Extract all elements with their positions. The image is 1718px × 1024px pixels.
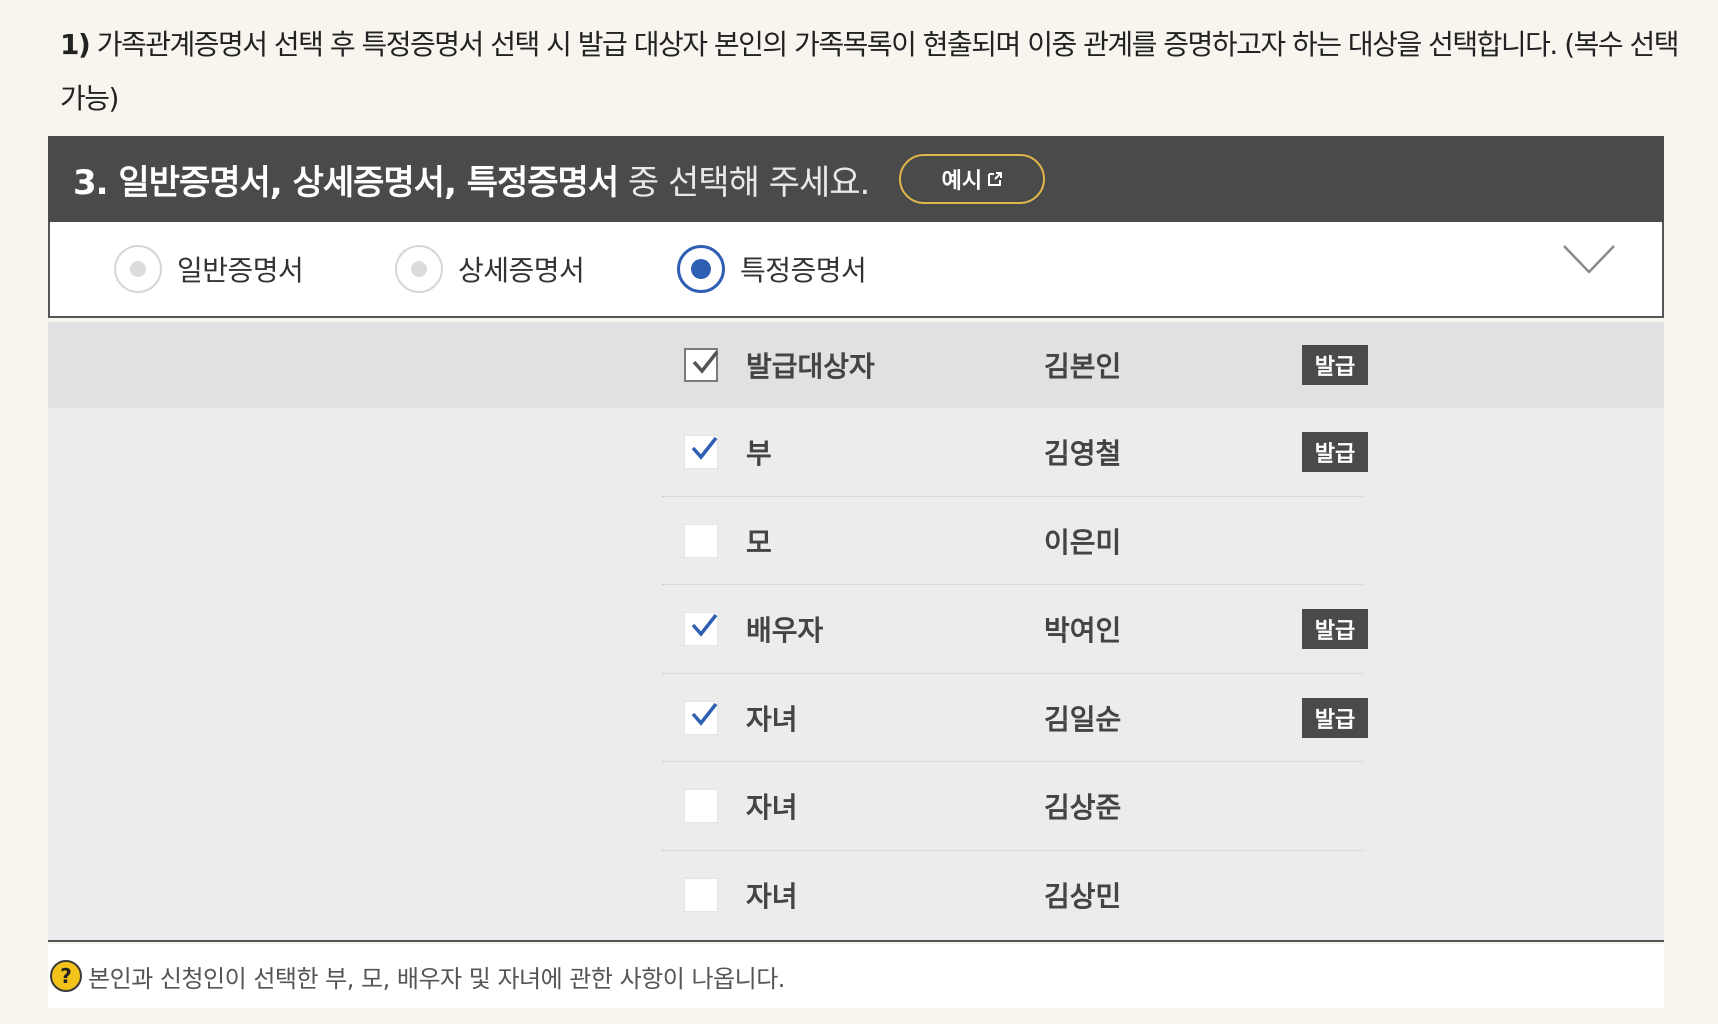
family-relation: 자녀: [746, 879, 798, 913]
family-member-name: 김본인: [1044, 350, 1122, 383]
family-relation: 자녀: [746, 791, 798, 825]
example-button[interactable]: 예시: [899, 154, 1046, 204]
radio-circle: [677, 245, 725, 293]
checkbox-checked[interactable]: [684, 612, 718, 647]
family-row: 자녀 김상준: [662, 762, 1364, 851]
checkmark-icon: [691, 702, 718, 726]
checkbox-unchecked[interactable]: [684, 523, 718, 558]
checkbox-unchecked[interactable]: [684, 789, 718, 824]
family-relation: 모: [746, 525, 772, 559]
checkbox-checked: [684, 348, 719, 382]
radio-label: 상세증명서: [458, 254, 585, 287]
issue-badge: 발급: [1302, 609, 1368, 650]
family-relation: 부: [746, 437, 772, 471]
radio-detailed-certificate[interactable]: 상세증명서: [395, 245, 585, 293]
issue-badge: 발급: [1302, 345, 1368, 385]
help-question-icon: ?: [50, 960, 82, 992]
family-member-name: 이은미: [1044, 525, 1122, 559]
list-bottom-divider: [48, 940, 1664, 942]
certificate-type-options: 일반증명서 상세증명서 특정증명서: [48, 222, 1664, 318]
family-row: 모 이은미: [662, 497, 1364, 586]
family-member-name: 김일순: [1044, 702, 1122, 736]
radio-label: 일반증명서: [177, 254, 304, 287]
external-link-icon: [988, 172, 1003, 186]
family-member-name: 김영철: [1044, 437, 1122, 471]
checkbox-unchecked[interactable]: [684, 877, 718, 912]
family-row: 자녀 김상민: [662, 851, 1364, 940]
family-row: 발급대상자 김본인 발급: [662, 322, 1368, 408]
chevron-down-icon[interactable]: [1561, 240, 1617, 280]
family-list-area: 발급대상자 김본인 발급 부 김영철 발급 모 이은미 배우자 박여인 발급 자녀 김일순 발급 자녀 김상준…: [48, 322, 1664, 942]
checkbox-checked[interactable]: [684, 700, 718, 735]
radio-specific-certificate[interactable]: 특정증명서: [677, 245, 867, 293]
checkmark-icon: [691, 437, 718, 460]
radio-circle: [114, 245, 162, 293]
step-number: 1): [60, 28, 91, 61]
radio-circle: [395, 245, 443, 293]
certificate-type-panel: 3. 일반증명서, 상세증명서, 특정증명서 중 선택해 주세요. 예시 일반증…: [48, 136, 1664, 1008]
family-relation: 배우자: [746, 614, 824, 648]
radio-general-certificate[interactable]: 일반증명서: [114, 245, 304, 293]
help-note: ? 본인과 신청인이 선택한 부, 모, 배우자 및 자녀에 관한 사항이 나옵…: [48, 944, 1664, 1008]
family-relation: 자녀: [746, 702, 798, 736]
instruction-text: 1) 가족관계증명서 선택 후 특정증명서 선택 시 발급 대상자 본인의 가족…: [60, 18, 1680, 126]
section-header: 3. 일반증명서, 상세증명서, 특정증명서 중 선택해 주세요. 예시: [48, 136, 1664, 222]
radio-label: 특정증명서: [740, 254, 867, 287]
family-row: 부 김영철 발급: [662, 408, 1368, 497]
checkbox-checked[interactable]: [684, 435, 718, 470]
section-title-plain: 중 선택해 주세요.: [618, 162, 870, 203]
family-member-name: 김상준: [1044, 791, 1122, 825]
section-title-bold: 3. 일반증명서, 상세증명서, 특정증명서: [73, 162, 619, 203]
family-member-name: 박여인: [1044, 614, 1122, 648]
checkmark-icon: [692, 350, 719, 374]
example-button-label: 예시: [941, 169, 983, 194]
family-row: 배우자 박여인 발급: [662, 585, 1368, 674]
instruction-body: 가족관계증명서 선택 후 특정증명서 선택 시 발급 대상자 본인의 가족목록이…: [60, 28, 1680, 115]
family-relation: 발급대상자: [746, 350, 875, 383]
section-title: 3. 일반증명서, 상세증명서, 특정증명서 중 선택해 주세요.: [73, 155, 870, 204]
checkmark-icon: [691, 614, 718, 637]
family-row: 자녀 김일순 발급: [662, 674, 1368, 763]
issue-badge: 발급: [1302, 697, 1368, 738]
family-member-list: 발급대상자 김본인 발급 부 김영철 발급 모 이은미 배우자 박여인 발급 자녀 김일순 발급 자녀 김상준…: [662, 322, 1368, 940]
help-note-text: 본인과 신청인이 선택한 부, 모, 배우자 및 자녀에 관한 사항이 나옵니다…: [88, 964, 785, 993]
issue-badge: 발급: [1302, 432, 1368, 473]
family-member-name: 김상민: [1044, 879, 1122, 913]
